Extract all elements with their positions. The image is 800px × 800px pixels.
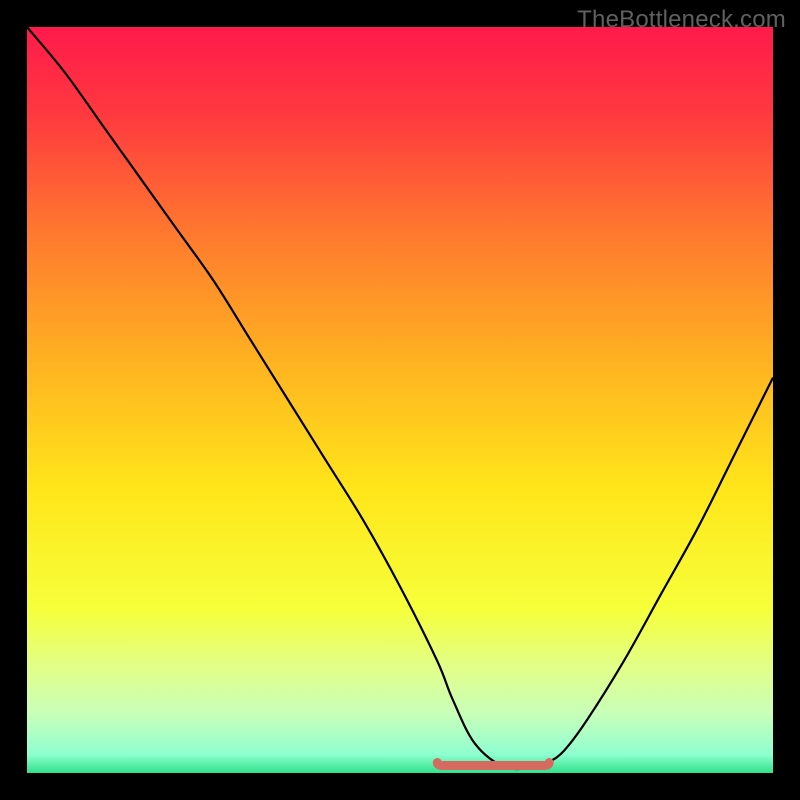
gradient-background <box>27 27 773 773</box>
plot-svg <box>27 27 773 773</box>
chart-frame: TheBottleneck.com <box>0 0 800 800</box>
watermark-text: TheBottleneck.com <box>577 6 786 34</box>
plot-area <box>27 27 773 773</box>
flat-bottom-marker <box>437 763 549 766</box>
